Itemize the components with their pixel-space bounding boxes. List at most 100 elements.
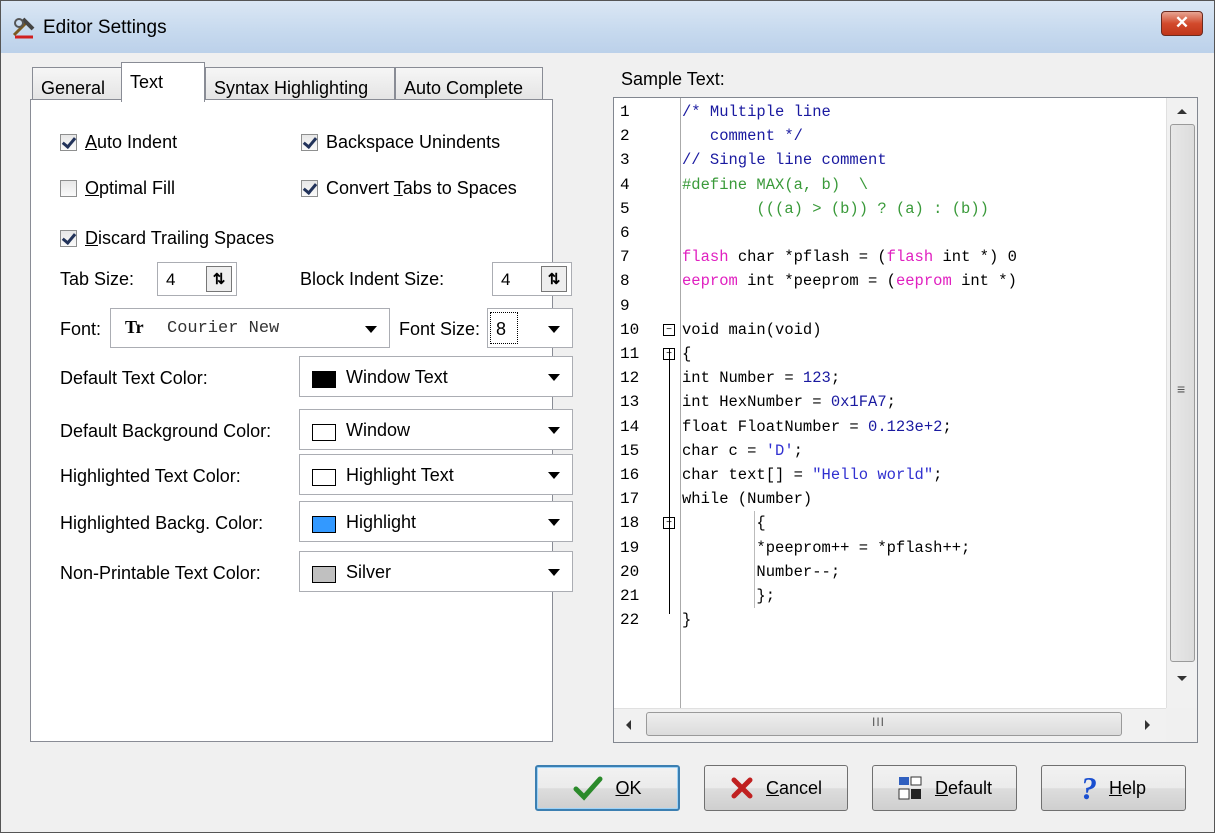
tab-label: Text (130, 72, 164, 92)
color-value: Highlight Text (346, 465, 454, 485)
optimal-fill-checkbox[interactable]: Optimal Fill (60, 178, 175, 199)
close-button[interactable]: ✕ (1161, 11, 1203, 36)
question-icon: ? (1080, 770, 1097, 806)
code-line: float FloatNumber = 0.123e+2; (682, 415, 952, 439)
font-label: Font: (60, 319, 102, 339)
color-combobox[interactable]: Silver (299, 551, 573, 592)
spin-updown-icon[interactable]: ⇅ (541, 266, 567, 292)
code-token: int HexNumber = (682, 393, 831, 412)
code-token: char c = (682, 441, 766, 460)
spin-updown-icon[interactable]: ⇅ (206, 266, 232, 292)
ok-label: OK (615, 777, 642, 798)
checkbox-label: Convert Tabs to Spaces (326, 178, 517, 198)
code-token: }; (682, 587, 776, 605)
scroll-left-icon[interactable] (624, 719, 632, 731)
code-token: 0x1FA7 (830, 393, 887, 412)
code-token: flash (682, 248, 729, 267)
convert-tabs-checkbox[interactable]: Convert Tabs to Spaces (301, 178, 517, 199)
tab-auto-complete[interactable]: Auto Complete (395, 67, 543, 100)
default-icon (898, 776, 922, 800)
cancel-label: Cancel (765, 777, 823, 798)
color-combobox[interactable]: Window (299, 409, 573, 450)
vertical-scrollbar[interactable]: ≡ (1166, 98, 1197, 708)
auto-indent-checkbox[interactable]: Auto Indent (60, 132, 177, 153)
color-combobox[interactable]: Window Text (299, 356, 573, 397)
help-button[interactable]: ? Help (1041, 765, 1186, 811)
chevron-down-icon (548, 472, 560, 479)
code-token: comment */ (682, 127, 803, 146)
code-token: { (682, 345, 692, 363)
tab-label: Auto Complete (404, 78, 524, 98)
line-number: 19 (620, 538, 640, 557)
title-bar[interactable]: Editor Settings ✕ (1, 1, 1214, 53)
tab-general[interactable]: General (32, 67, 122, 100)
checkbox-box (301, 134, 318, 151)
font-size-combobox[interactable]: 8 (487, 308, 573, 348)
line-number: 1 (620, 103, 630, 121)
tab-label: Syntax Highlighting (214, 78, 369, 98)
default-label: Default (934, 777, 993, 798)
sample-text-editor[interactable]: 12345678910111213141516171819202122 −−− … (613, 97, 1198, 743)
vertical-scroll-thumb[interactable]: ≡ (1170, 124, 1195, 662)
scroll-down-icon[interactable] (1176, 675, 1188, 683)
code-line: { (682, 342, 691, 366)
ok-button[interactable]: OK (535, 765, 680, 811)
code-line: (((a) > (b)) ? (a) : (b)) (682, 197, 989, 221)
line-number: 18 (620, 514, 640, 533)
code-token: // Single line comment (682, 151, 887, 170)
color-label: Default Background Color: (60, 421, 272, 441)
fold-margin: −−− (659, 98, 681, 708)
checkbox-box (60, 134, 77, 151)
line-number: 11 (620, 345, 640, 363)
window-title: Editor Settings (43, 17, 167, 38)
code-line: eeprom int *peeprom = (eeprom int *) (682, 269, 1017, 293)
code-line: comment */ (682, 124, 803, 148)
tab-size-spinner[interactable]: 4 ⇅ (157, 262, 237, 296)
color-value: Window (346, 420, 411, 440)
code-token: ; (942, 417, 952, 436)
color-swatch (312, 566, 336, 583)
tab-syntax-highlighting[interactable]: Syntax Highlighting (205, 67, 395, 100)
close-icon: ✕ (1174, 13, 1190, 32)
code-token: } (682, 611, 692, 630)
horizontal-scrollbar[interactable]: III (614, 708, 1166, 742)
cancel-button[interactable]: Cancel (704, 765, 848, 811)
checkbox-label: Auto Indent (85, 132, 178, 152)
tab-size-value: 4 (166, 270, 176, 289)
code-token: eeprom (682, 272, 738, 291)
color-combobox[interactable]: Highlight (299, 501, 573, 542)
discard-trailing-spaces-checkbox[interactable]: Discard Trailing Spaces (60, 228, 274, 249)
code-area[interactable]: /* Multiple line comment */ // Single lin… (682, 98, 1166, 708)
code-token: flash (886, 248, 934, 267)
code-token: ; (933, 466, 943, 484)
code-token: void main(void) (682, 320, 822, 339)
color-combobox[interactable]: Highlight Text (299, 454, 573, 495)
chevron-down-icon (548, 326, 560, 333)
code-token: Number--; (682, 562, 841, 581)
default-button[interactable]: Default (872, 765, 1017, 811)
truetype-font-icon: Tr (125, 317, 144, 337)
font-combobox[interactable]: Tr Courier New (110, 308, 390, 348)
grip-icon: ≡ (1177, 381, 1186, 397)
scroll-right-icon[interactable] (1144, 719, 1152, 731)
tab-text[interactable]: Text (121, 62, 205, 102)
block-indent-size-spinner[interactable]: 4 ⇅ (492, 262, 572, 296)
checkbox-box (301, 180, 318, 197)
scroll-up-icon[interactable] (1176, 107, 1188, 115)
code-line: *peeprom++ = *pflash++; (682, 536, 970, 560)
checkbox-box (60, 230, 77, 247)
color-value: Highlight (346, 512, 417, 532)
code-token: int *) 0 (933, 248, 1017, 267)
line-number: 7 (620, 248, 630, 267)
code-token: /* Multiple line (682, 103, 831, 121)
code-token: while (Number) (682, 490, 813, 509)
horizontal-scroll-thumb[interactable]: III (646, 712, 1122, 736)
line-number: 2 (620, 127, 630, 146)
color-swatch (312, 371, 336, 388)
fold-collapse-icon[interactable]: − (663, 323, 675, 336)
code-token: ; (886, 393, 896, 412)
code-token: eeprom (895, 272, 952, 291)
color-swatch (312, 424, 336, 441)
backspace-unindents-checkbox[interactable]: Backspace Unindents (301, 132, 500, 153)
line-number: 5 (620, 199, 630, 218)
